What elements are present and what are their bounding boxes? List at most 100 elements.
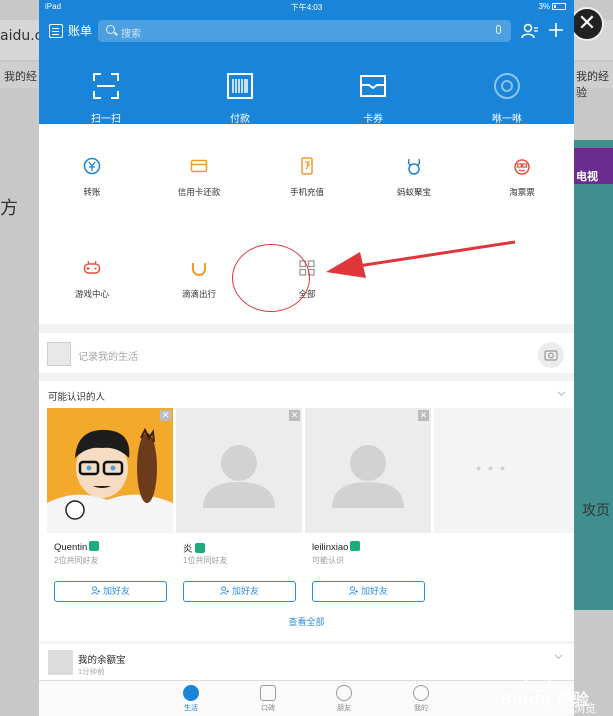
yuebao-time: 1分钟前 (78, 667, 105, 676)
bg-ad-text: 电视 (576, 170, 598, 183)
person-name: Quentin (54, 541, 100, 553)
grid-item-game-center[interactable]: 游戏中心 (42, 259, 142, 300)
bill-button[interactable]: 账单 (49, 22, 92, 39)
bg-url-fragment: aidu.c (0, 28, 43, 44)
close-overlay-button[interactable]: ✕ (570, 7, 604, 41)
credit-card-icon (190, 159, 208, 173)
status-bar: iPad 下午4:03 3% (39, 0, 574, 14)
default-avatar-image (332, 445, 404, 508)
pay-label: 付款 (230, 114, 250, 125)
card-voucher-label: 卡券 (363, 114, 383, 125)
didi-icon (192, 263, 206, 276)
grid-item-transfer[interactable]: 转账 (42, 157, 142, 198)
battery-icon (552, 3, 566, 10)
barcode-icon (227, 73, 253, 99)
transfer-icon (83, 157, 101, 175)
bill-icon (49, 23, 63, 38)
scan-button[interactable]: 扫一扫 (71, 72, 141, 125)
tab-life[interactable]: 生活 (161, 685, 221, 713)
person-mutual: 2位共同好友 (54, 556, 99, 565)
scan-icon (93, 73, 119, 99)
person-name-text: Quentin (54, 542, 88, 553)
life-icon (183, 685, 199, 701)
battery-status: 3% (538, 2, 566, 11)
person-card-leilinxiao[interactable]: ✕ (305, 408, 431, 533)
add-friend-label: 加好友 (231, 586, 259, 596)
grid-item-credit-card[interactable]: 信用卡还款 (149, 157, 249, 198)
chevron-down-icon[interactable] (557, 389, 566, 398)
annotation-circle (232, 244, 310, 312)
dismiss-card-button[interactable]: ✕ (289, 410, 300, 421)
grid-item-phone-recharge[interactable]: 手机充值 (257, 157, 357, 198)
top-bar: 账单 搜索 (39, 18, 574, 44)
add-friend-label: 加好友 (360, 586, 388, 596)
person-mutual: 可能认识 (312, 556, 344, 565)
grid-label: 淘票票 (509, 187, 535, 197)
taopiaopiao-icon (514, 159, 530, 175)
person-name: 炎 (183, 541, 205, 555)
grid-item-taopiaopiao[interactable]: 淘票票 (472, 157, 572, 198)
person-name-text: leilinxiao (312, 542, 349, 553)
more-people-card[interactable]: ● ● ● (434, 408, 574, 533)
post-placeholder: 记录我的生活 (78, 352, 138, 363)
xiu-button[interactable]: 咻一咻 (472, 72, 542, 125)
microphone-icon[interactable] (496, 25, 501, 34)
yuebao-thumbnail (48, 650, 73, 675)
people-you-may-know: 可能认识的人 ✕ ✕ ✕ ● ● ● Quentin 2位共同好友 加好友 炎 … (39, 381, 574, 641)
person-card-yan[interactable]: ✕ (176, 408, 302, 533)
person-name: leilinxiao (312, 541, 361, 553)
verified-badge-icon (350, 541, 361, 551)
cartoon-avatar-image (47, 408, 173, 533)
tab-label: 口碑 (261, 705, 275, 712)
search-placeholder: 搜索 (121, 29, 141, 40)
yuebao-title: 我的余额宝 (78, 655, 126, 666)
bg-left-text-2: 方 (0, 198, 18, 219)
card-voucher-button[interactable]: 卡券 (338, 72, 408, 125)
add-friend-button[interactable]: 加好友 (54, 581, 167, 602)
grid-label: 手机充值 (289, 187, 324, 197)
status-time: 下午4:03 (290, 3, 323, 12)
add-user-icon (349, 586, 358, 595)
ant-fortune-icon (407, 158, 421, 175)
tab-friends[interactable]: 朋友 (314, 685, 374, 713)
dismiss-card-button[interactable]: ✕ (160, 410, 171, 421)
default-avatar-image (203, 445, 275, 508)
life-post-bar[interactable]: 记录我的生活 (39, 333, 574, 373)
add-friend-button[interactable]: 加好友 (312, 581, 425, 602)
search-input[interactable]: 搜索 (98, 20, 511, 42)
tab-label: 我的 (414, 705, 428, 712)
tab-koubei[interactable]: 口碑 (238, 685, 298, 713)
grid-label: 蚂蚁聚宝 (396, 187, 431, 197)
person-mutual: 1位共同好友 (183, 556, 228, 565)
add-icon[interactable] (547, 21, 565, 39)
tab-label: 朋友 (337, 705, 351, 712)
dismiss-card-button[interactable]: ✕ (418, 410, 429, 421)
add-user-icon (91, 586, 100, 595)
bg-right-panel (573, 140, 613, 610)
phone-recharge-icon (301, 157, 313, 175)
person-name-text: 炎 (183, 544, 193, 555)
tab-mine[interactable]: 我的 (391, 685, 451, 713)
pay-button[interactable]: 付款 (205, 72, 275, 125)
people-section-title: 可能认识的人 (48, 392, 106, 403)
person-card-quentin[interactable]: ✕ (47, 408, 173, 533)
search-icon (106, 25, 115, 34)
more-dots-icon: ● ● ● (476, 463, 508, 473)
bill-label: 账单 (68, 24, 93, 38)
contacts-icon[interactable] (521, 22, 539, 40)
bg-right-text: 我的经验 (576, 70, 609, 99)
scan-label: 扫一扫 (91, 114, 121, 125)
grid-item-ant-fortune[interactable]: 蚂蚁聚宝 (364, 157, 464, 198)
xiu-label: 咻一咻 (492, 114, 522, 125)
add-user-icon (220, 586, 229, 595)
grid-label: 转账 (83, 187, 101, 197)
verified-badge-icon (194, 543, 205, 553)
grid-label: 信用卡还款 (177, 187, 221, 197)
add-friend-button[interactable]: 加好友 (183, 581, 296, 602)
camera-icon[interactable] (538, 342, 564, 368)
annotation-arrow-icon (326, 240, 516, 278)
see-all-link[interactable]: 查看全部 (39, 615, 574, 628)
grid-label: 游戏中心 (74, 289, 109, 299)
service-grid: 转账 信用卡还款 手机充值 蚂蚁聚宝 淘票票 游戏中心 滴滴出行 全部 (39, 124, 574, 324)
tab-label: 生活 (184, 705, 198, 712)
